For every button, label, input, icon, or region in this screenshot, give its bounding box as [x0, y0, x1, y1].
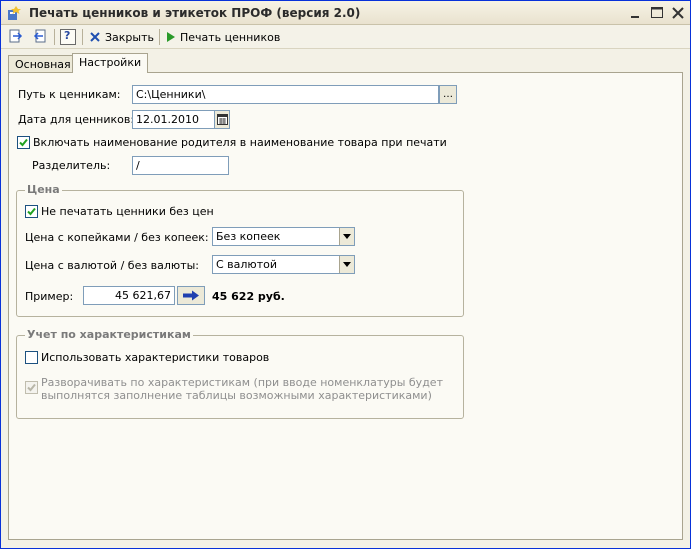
print-tags-button[interactable]: Печать ценников [166, 28, 280, 46]
close-window-icon[interactable] [670, 5, 686, 21]
restore-values-icon [33, 29, 46, 43]
calendar-button[interactable] [214, 110, 230, 129]
path-label: Путь к ценникам: [18, 88, 121, 101]
calendar-icon [216, 114, 228, 125]
arrow-right-icon [183, 290, 199, 301]
include-parent-checkbox[interactable] [17, 136, 30, 149]
use-characteristics-label: Использовать характеристики товаров [41, 351, 270, 364]
no-print-without-price-label: Не печатать ценники без цен [41, 205, 214, 218]
example-label: Пример: [25, 290, 74, 303]
currency-select[interactable]: С валютой [212, 255, 355, 274]
characteristics-group-title: Учет по характеристикам [25, 328, 193, 341]
main-window: Печать ценников и этикеток ПРОФ (версия … [0, 0, 691, 549]
use-characteristics-checkbox[interactable] [25, 351, 38, 364]
close-button[interactable]: Закрыть [89, 28, 154, 46]
no-print-without-price-checkbox[interactable] [25, 205, 38, 218]
play-icon [167, 32, 175, 42]
window-title: Печать ценников и этикеток ПРОФ (версия … [29, 6, 361, 20]
date-input[interactable]: 12.01.2010 [132, 110, 216, 129]
example-result: 45 622 руб. [212, 290, 285, 303]
settings-panel: Путь к ценникам: C:\Ценники\ … Дата для … [8, 72, 683, 540]
currency-label: Цена с валютой / без валюты: [25, 259, 199, 272]
tab-settings[interactable]: Настройки [72, 53, 149, 73]
chevron-down-icon [343, 234, 351, 239]
toolbar-separator [159, 29, 160, 45]
toolbar-separator [82, 29, 83, 45]
help-label: ? [64, 29, 71, 42]
kopecks-value: Без копеек [216, 230, 281, 243]
date-label: Дата для ценников: [18, 113, 135, 126]
help-button[interactable]: ? [59, 28, 77, 46]
kopecks-dropdown-button[interactable] [339, 228, 354, 245]
path-input[interactable]: C:\Ценники\ [132, 85, 439, 104]
chevron-down-icon [343, 262, 351, 267]
price-group: Цена Не печатать ценники без цен Цена с … [16, 183, 464, 317]
toolbar-separator [54, 29, 55, 45]
currency-value: С валютой [216, 258, 277, 271]
close-button-label: Закрыть [105, 30, 154, 44]
app-icon [8, 6, 21, 20]
close-icon [90, 32, 100, 42]
kopecks-label: Цена с копейками / без копеек: [25, 231, 209, 244]
currency-dropdown-button[interactable] [339, 256, 354, 273]
expand-characteristics-label-line2: выполнятся заполнение таблицы возможными… [41, 389, 432, 402]
expand-characteristics-checkbox[interactable] [25, 381, 38, 394]
checkmark-icon [19, 138, 28, 147]
expand-characteristics-label-line1: Разворачивать по характеристикам (при вв… [41, 376, 443, 389]
print-tags-label: Печать ценников [180, 30, 281, 44]
title-bar: Печать ценников и этикеток ПРОФ (версия … [1, 1, 690, 25]
browse-button[interactable]: … [439, 85, 457, 104]
include-parent-label: Включать наименование родителя в наимено… [33, 136, 447, 149]
minimize-icon[interactable] [628, 5, 644, 21]
toolbar: ? Закрыть Печать ценников [1, 25, 690, 49]
kopecks-select[interactable]: Без копеек [212, 227, 355, 246]
characteristics-group: Учет по характеристикам Использовать хар… [16, 328, 464, 419]
checkmark-icon [27, 207, 36, 216]
example-input[interactable]: 45 621,67 [83, 286, 175, 305]
restore-values-button[interactable] [31, 28, 49, 46]
maximize-icon[interactable] [649, 5, 665, 21]
separator-label: Разделитель: [32, 159, 111, 172]
save-values-button[interactable] [7, 28, 25, 46]
separator-input[interactable]: / [132, 156, 229, 175]
price-group-title: Цена [25, 183, 62, 196]
ellipsis-icon: … [443, 88, 453, 100]
checkmark-icon [27, 383, 36, 392]
save-values-icon [9, 29, 23, 43]
calculate-example-button[interactable] [177, 286, 205, 305]
tab-main[interactable]: Основная [8, 55, 78, 73]
